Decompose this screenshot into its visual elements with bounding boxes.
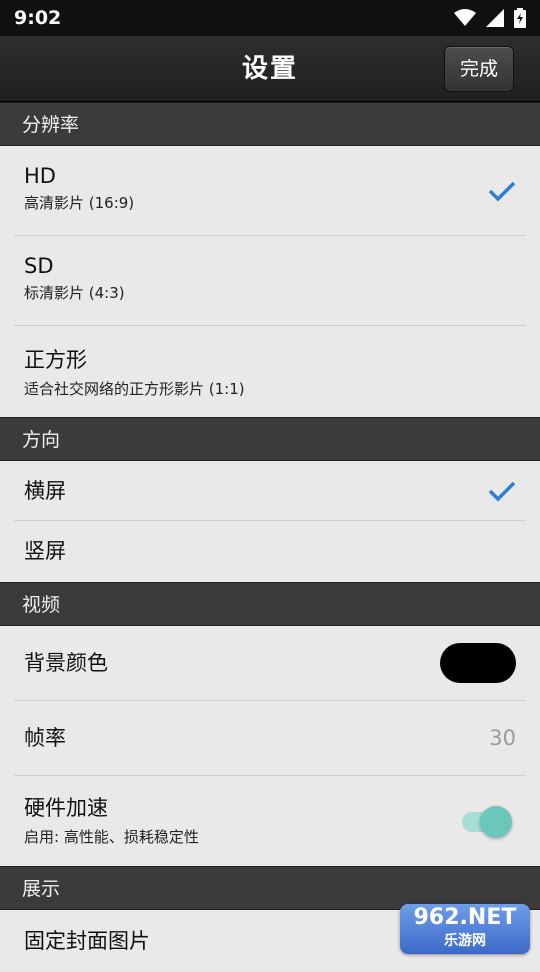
color-swatch[interactable]: [440, 643, 516, 683]
wifi-icon: [454, 9, 476, 27]
frame-rate-label: 帧率: [24, 726, 66, 750]
app-bar: 设置 完成: [0, 36, 540, 102]
watermark-logo: 962.NET 乐游网: [400, 904, 530, 954]
orientation-option-portrait[interactable]: 竖屏: [0, 521, 540, 582]
background-color-row[interactable]: 背景颜色: [0, 626, 540, 701]
frame-rate-row[interactable]: 帧率 30: [0, 701, 540, 776]
status-icons: [454, 8, 526, 28]
checkmark-icon: [488, 181, 516, 202]
option-label: SD: [24, 254, 54, 278]
resolution-option-square[interactable]: 正方形 适合社交网络的正方形影片 (1:1): [0, 326, 540, 417]
section-header-resolution: 分辨率: [0, 102, 540, 146]
watermark-line2: 乐游网: [444, 933, 486, 949]
option-label: 竖屏: [24, 539, 66, 563]
section-header-video: 视频: [0, 582, 540, 626]
status-time: 9:02: [14, 7, 62, 29]
option-label: 正方形: [24, 348, 87, 372]
resolution-option-hd[interactable]: HD 高清影片 (16:9): [0, 146, 540, 236]
option-subtitle: 适合社交网络的正方形影片 (1:1): [24, 380, 245, 398]
option-subtitle: 高清影片 (16:9): [24, 194, 135, 212]
frame-rate-value: 30: [489, 726, 516, 750]
battery-icon: [514, 8, 526, 28]
hardware-accel-row[interactable]: 硬件加速 启用: 高性能、损耗稳定性: [0, 776, 540, 866]
status-bar: 9:02: [0, 0, 540, 36]
signal-icon: [486, 9, 504, 27]
hardware-accel-subtitle: 启用: 高性能、损耗稳定性: [24, 828, 199, 846]
done-button[interactable]: 完成: [444, 46, 514, 92]
checkmark-icon: [488, 481, 516, 502]
resolution-option-sd[interactable]: SD 标清影片 (4:3): [0, 236, 540, 326]
option-label: HD: [24, 164, 56, 188]
section-header-orientation: 方向: [0, 417, 540, 461]
option-label: 横屏: [24, 479, 66, 503]
hardware-accel-toggle[interactable]: [480, 806, 512, 838]
orientation-option-landscape[interactable]: 横屏: [0, 461, 540, 521]
option-subtitle: 标清影片 (4:3): [24, 284, 125, 302]
watermark-line1: 962.NET: [413, 905, 517, 930]
